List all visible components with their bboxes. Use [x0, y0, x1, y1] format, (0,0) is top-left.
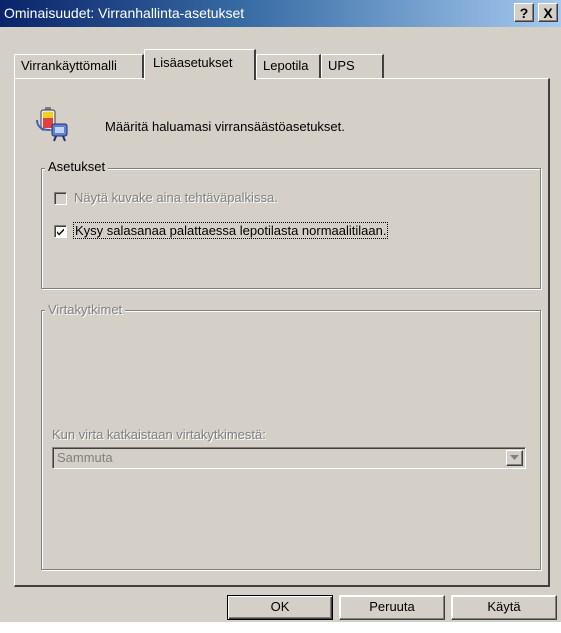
power-button-action-select[interactable]: Sammuta — [52, 447, 526, 469]
background — [0, 622, 561, 633]
properties-dialog: Ominaisuudet: Virranhallinta-asetukset ?… — [0, 0, 561, 622]
chevron-down-icon — [510, 455, 519, 460]
window-title: Ominaisuudet: Virranhallinta-asetukset — [4, 5, 245, 21]
apply-button[interactable]: Käytä — [451, 595, 557, 620]
show-tray-icon-label[interactable]: Näytä kuvake aina tehtäväpalkissa. — [74, 190, 278, 205]
ask-password-label[interactable]: Kysy salasanaa palattaessa lepotilasta n… — [73, 222, 389, 239]
cancel-button[interactable]: Peruuta — [339, 595, 445, 620]
tab-ups[interactable]: UPS — [321, 54, 384, 78]
tab-virrankayttomalli[interactable]: Virrankäyttömalli — [14, 54, 144, 78]
show-tray-icon-checkbox[interactable] — [54, 192, 67, 205]
close-button[interactable]: X — [538, 3, 558, 22]
power-button-action-value: Sammuta — [57, 450, 113, 465]
dropdown-button[interactable] — [506, 450, 523, 466]
checkmark-icon — [57, 228, 64, 236]
power-settings-icon — [36, 107, 68, 142]
help-button[interactable]: ? — [514, 3, 534, 22]
power-buttons-group-legend: Virtakytkimet — [45, 302, 126, 317]
ask-password-checkbox[interactable] — [54, 225, 67, 238]
tab-lisaasetukset[interactable]: Lisäasetukset — [144, 49, 256, 80]
tab-lepotila[interactable]: Lepotila — [256, 54, 321, 78]
header-description: Määritä haluamasi virransäästöasetukset. — [105, 119, 345, 134]
title-bar[interactable]: Ominaisuudet: Virranhallinta-asetukset ?… — [0, 0, 561, 27]
settings-group-legend: Asetukset — [45, 159, 109, 174]
power-button-action-label: Kun virta katkaistaan virtakytkimestä: — [52, 427, 266, 442]
ok-button[interactable]: OK — [227, 595, 333, 620]
